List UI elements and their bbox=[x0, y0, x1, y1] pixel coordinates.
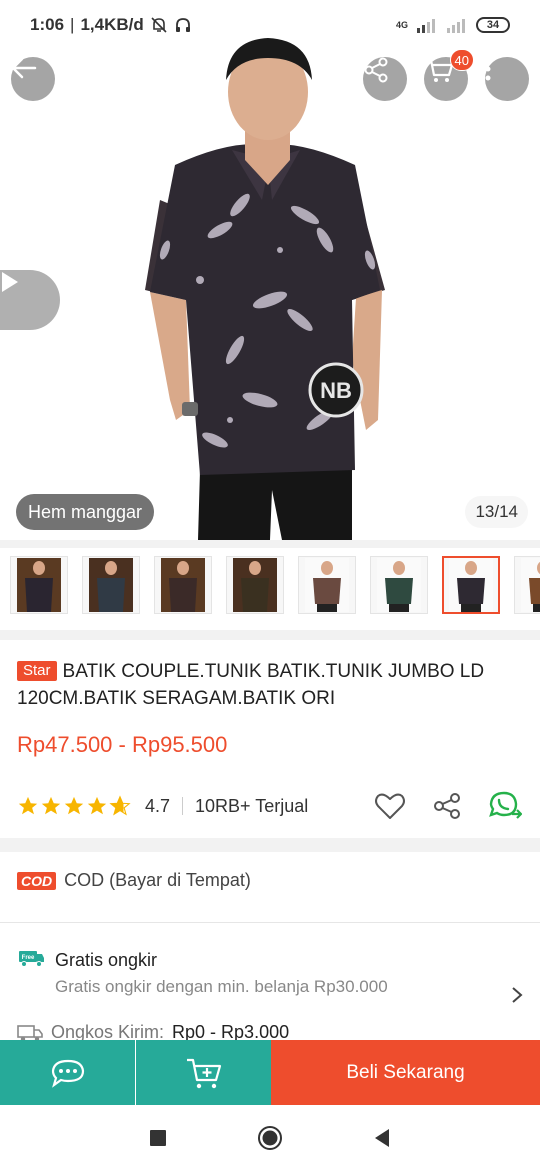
product-title: Star BATIK COUPLE.TUNIK BATIK.TUNIK JUMBO… bbox=[17, 658, 517, 712]
more-vertical-icon bbox=[485, 57, 491, 81]
svg-text:Free: Free bbox=[22, 955, 35, 961]
free-shipping-subtitle: Gratis ongkir dengan min. belanja Rp30.0… bbox=[55, 977, 388, 996]
signal-2-icon bbox=[447, 19, 465, 33]
share-icon bbox=[364, 57, 388, 83]
whatsapp-icon[interactable] bbox=[488, 790, 522, 822]
bell-muted-icon bbox=[151, 17, 167, 33]
star-seller-badge: Star bbox=[17, 661, 57, 681]
chat-button[interactable] bbox=[0, 1040, 135, 1105]
system-nav-bar bbox=[0, 1105, 540, 1170]
divider bbox=[0, 630, 540, 640]
watermark-logo: NB bbox=[320, 378, 352, 403]
product-price: Rp47.500 - Rp95.500 bbox=[17, 732, 228, 757]
divider bbox=[0, 540, 540, 548]
cart-count-badge: 40 bbox=[449, 49, 474, 71]
thumbnail[interactable] bbox=[154, 556, 212, 614]
star-icon bbox=[87, 796, 107, 815]
rating-row: 4.7 10RB+ Terjual bbox=[17, 788, 522, 824]
variant-label: Hem manggar bbox=[16, 494, 155, 530]
status-bar: 1:06 | 1,4KB/d 4G 34 bbox=[0, 0, 540, 50]
share-button[interactable] bbox=[363, 57, 407, 101]
image-counter: 13/14 bbox=[465, 496, 528, 528]
thumbnail[interactable] bbox=[370, 556, 428, 614]
cod-badge: COD bbox=[17, 871, 57, 890]
free-shipping-title: Gratis ongkir bbox=[55, 950, 158, 970]
more-button[interactable] bbox=[485, 57, 529, 101]
back-button[interactable] bbox=[11, 57, 55, 101]
arrow-left-icon bbox=[11, 57, 37, 79]
thumbnail-active[interactable] bbox=[442, 556, 500, 614]
cart-plus-icon bbox=[186, 1058, 221, 1088]
network-type: 4G bbox=[395, 20, 408, 30]
chat-icon bbox=[51, 1059, 84, 1088]
cart-button[interactable]: 40 bbox=[424, 49, 474, 101]
rating-stars bbox=[17, 795, 131, 817]
product-title-text: BATIK COUPLE.TUNIK BATIK.TUNIK JUMBO LD … bbox=[17, 661, 485, 709]
status-speed: 1,4KB/d bbox=[80, 15, 144, 34]
status-time: 1:06 bbox=[30, 15, 65, 34]
thumbnail[interactable] bbox=[298, 556, 356, 614]
share-icon[interactable] bbox=[432, 792, 462, 820]
buy-now-button[interactable]: Beli Sekarang bbox=[271, 1040, 540, 1105]
rating-value: 4.7 bbox=[145, 795, 171, 816]
home-icon[interactable] bbox=[257, 1125, 283, 1151]
chevron-right-icon bbox=[512, 987, 523, 1003]
cod-row: COD COD (Bayar di Tempat) bbox=[17, 870, 251, 891]
heart-icon[interactable] bbox=[374, 792, 406, 820]
thumbnail[interactable] bbox=[514, 556, 540, 614]
thumbnail-strip[interactable] bbox=[0, 548, 540, 622]
recents-icon[interactable] bbox=[149, 1129, 167, 1147]
star-icon bbox=[41, 796, 61, 815]
star-icon bbox=[64, 796, 84, 815]
signal-icon bbox=[417, 19, 435, 33]
battery-indicator: 34 bbox=[476, 17, 510, 33]
thumbnail[interactable] bbox=[82, 556, 140, 614]
thumbnail[interactable] bbox=[226, 556, 284, 614]
back-nav-icon[interactable] bbox=[373, 1128, 391, 1148]
star-half-icon bbox=[109, 795, 131, 816]
star-icon bbox=[18, 796, 38, 815]
play-icon bbox=[2, 272, 18, 292]
cod-label: COD (Bayar di Tempat) bbox=[64, 870, 251, 890]
bottom-action-bar: Beli Sekarang bbox=[0, 1040, 540, 1105]
divider bbox=[0, 922, 540, 923]
product-image[interactable]: NB 40 Hem manggar 13/14 bbox=[0, 0, 540, 540]
play-video-button[interactable] bbox=[0, 270, 60, 330]
thumbnail[interactable] bbox=[10, 556, 68, 614]
add-to-cart-button[interactable] bbox=[136, 1040, 271, 1105]
sold-count: 10RB+ Terjual bbox=[195, 795, 309, 816]
headset-icon bbox=[175, 18, 190, 32]
divider bbox=[0, 838, 540, 852]
free-shipping-truck-icon: Free bbox=[19, 951, 44, 967]
separator bbox=[182, 797, 184, 815]
